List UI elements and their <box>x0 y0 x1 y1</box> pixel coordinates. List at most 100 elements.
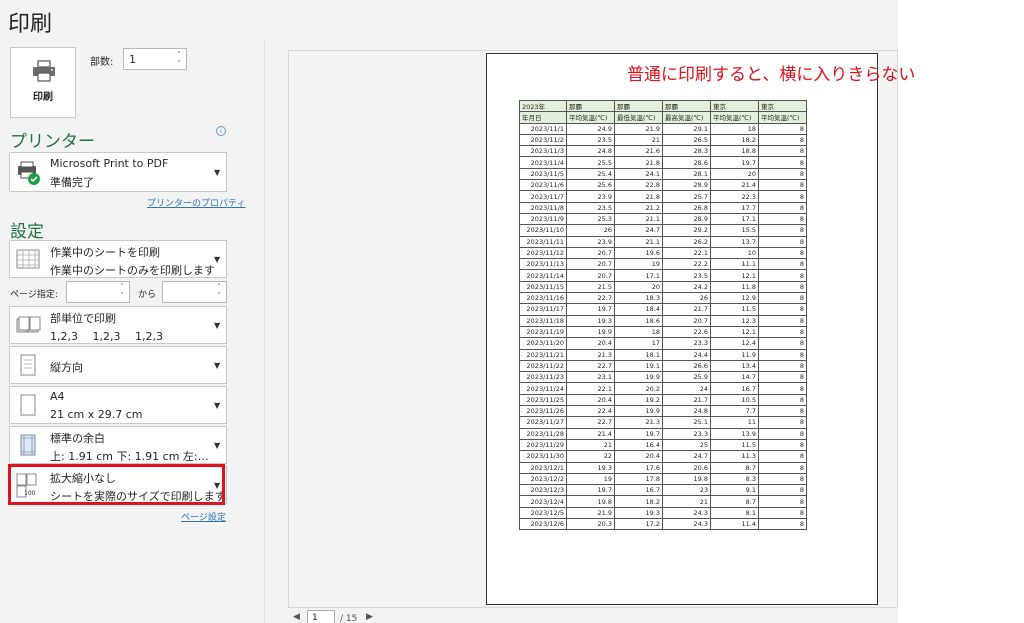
table-header-cell: 年月日 <box>519 111 567 124</box>
table-cell: 8 <box>758 393 807 407</box>
table-cell: 19.3 <box>614 506 663 519</box>
table-cell: 8 <box>758 517 807 531</box>
table-cell: 8 <box>758 212 807 226</box>
copies-down-icon[interactable]: ˅ <box>175 60 183 68</box>
pages-from-input[interactable]: ˄ ˅ <box>66 281 130 303</box>
settings-section-title: 設定 <box>10 222 44 242</box>
table-header-cell: 2023年 <box>519 99 567 113</box>
table-cell: 9.1 <box>710 484 759 497</box>
copies-input[interactable]: 1 ˄ ˅ <box>123 48 187 70</box>
table-cell: 2023/11/5 <box>519 167 567 181</box>
table-cell: 8 <box>758 156 807 169</box>
pages-to-input[interactable]: ˄ ˅ <box>162 281 227 303</box>
table-cell: 26 <box>662 292 711 305</box>
prev-page-icon[interactable]: ◀ <box>293 612 300 622</box>
table-cell: 25 <box>662 438 711 452</box>
table-row: 2023/11/14 20.7 17.1 23.5 12.1 8 <box>519 269 807 282</box>
table-cell: 21 <box>566 438 615 452</box>
collate-desc: 1,2,3 1,2,3 1,2,3 <box>50 330 163 343</box>
table-cell: 19.9 <box>614 371 663 384</box>
table-cell: 19 <box>614 258 663 271</box>
table-cell: 8 <box>758 303 807 316</box>
printer-dropdown[interactable]: Microsoft Print to PDF 準備完了 ▼ <box>9 152 227 192</box>
chevron-down-icon: ▼ <box>214 255 221 264</box>
table-row: 2023/11/27 22.7 21.3 25.1 11 8 <box>519 416 807 429</box>
table-cell: 19.9 <box>614 405 663 418</box>
table-row: 2023/11/7 23.9 21.8 25.7 22.3 8 <box>519 190 807 203</box>
table-cell: 8 <box>758 461 807 474</box>
table-header-cell: 最高気温(℃) <box>662 111 711 124</box>
table-header-cell: 東京 <box>758 99 807 113</box>
table-cell: 21.9 <box>566 506 615 519</box>
table-cell: 28.1 <box>662 167 711 181</box>
table-cell: 8 <box>758 337 807 350</box>
table-cell: 20 <box>614 280 663 294</box>
print-button[interactable]: 印刷 <box>10 47 76 118</box>
paper-size-dropdown[interactable]: A4 21 cm x 29.7 cm ▼ <box>9 386 227 424</box>
table-cell: 19.9 <box>566 325 615 339</box>
table-cell: 17.2 <box>614 517 663 531</box>
table-cell: 2023/11/17 <box>519 303 567 316</box>
print-what-dropdown[interactable]: 作業中のシートを印刷 作業中のシートのみを印刷します ▼ <box>9 240 227 278</box>
table-row: 2023/11/20 20.4 17 23.3 12.4 8 <box>519 337 807 350</box>
table-header-cell: 平均気温(℃) <box>710 111 759 124</box>
table-cell: 21.4 <box>710 179 759 192</box>
table-cell: 8 <box>758 405 807 418</box>
table-cell: 2023/11/4 <box>519 156 567 169</box>
table-cell: 24.8 <box>566 145 615 158</box>
pages-label: ページ指定: <box>10 290 58 300</box>
pages-from-down-icon[interactable]: ˅ <box>118 292 126 300</box>
annotation-note: 普通に印刷すると、横に入りきらない <box>627 65 916 85</box>
collate-dropdown[interactable]: 部単位で印刷 1,2,3 1,2,3 1,2,3 ▼ <box>9 306 227 344</box>
table-cell: 21.6 <box>614 145 663 158</box>
table-cell: 19.7 <box>710 156 759 169</box>
printer-section-title: プリンター <box>10 132 95 152</box>
printer-properties-link[interactable]: プリンターのプロパティ <box>147 196 245 209</box>
table-cell: 8.3 <box>710 472 759 486</box>
table-row: 2023/11/25 20.4 19.2 21.7 10.5 8 <box>519 393 807 407</box>
table-cell: 28.6 <box>662 156 711 169</box>
table-cell: 2023/12/4 <box>519 495 567 508</box>
table-cell: 2023/11/21 <box>519 348 567 361</box>
table-cell: 22.1 <box>566 382 615 395</box>
orientation-dropdown[interactable]: 縦方向 ▼ <box>9 346 227 384</box>
table-row: 2023/12/5 21.9 19.3 24.3 8.1 8 <box>519 506 807 519</box>
page-number-input[interactable]: 1 <box>307 610 335 623</box>
pages-to-up-icon[interactable]: ˄ <box>215 283 223 291</box>
table-row: 2023/11/15 21.5 20 24.2 11.8 8 <box>519 280 807 294</box>
table-cell: 22.1 <box>662 246 711 260</box>
table-cell: 2023/11/22 <box>519 359 567 373</box>
table-cell: 12.4 <box>710 337 759 350</box>
pages-to-down-icon[interactable]: ˅ <box>215 292 223 300</box>
table-row: 2023/12/4 19.8 18.2 21 8.7 8 <box>519 495 807 508</box>
table-cell: 8 <box>758 258 807 271</box>
table-cell: 8 <box>758 472 807 486</box>
pages-from-up-icon[interactable]: ˄ <box>118 283 126 291</box>
table-cell: 29.2 <box>662 224 711 237</box>
next-page-icon[interactable]: ▶ <box>366 612 373 622</box>
margins-dropdown[interactable]: 標準の余白 上: 1.91 cm 下: 1.91 cm 左:… ▼ <box>9 426 227 464</box>
paper-size-desc: 21 cm x 29.7 cm <box>50 408 143 421</box>
table-header-cell: 那覇 <box>662 99 711 113</box>
table-cell: 21.5 <box>566 280 615 294</box>
copies-up-icon[interactable]: ˄ <box>175 51 183 59</box>
table-cell: 28.9 <box>662 179 711 192</box>
table-row: 2023/11/29 21 16.4 25 11.5 8 <box>519 438 807 452</box>
table-cell: 10.5 <box>710 393 759 407</box>
table-cell: 20.4 <box>566 393 615 407</box>
table-cell: 21.3 <box>614 416 663 429</box>
table-cell: 21.2 <box>614 201 663 214</box>
table-cell: 21.7 <box>662 393 711 407</box>
table-cell: 25.7 <box>662 190 711 203</box>
table-cell: 8 <box>758 246 807 260</box>
info-icon[interactable]: i <box>216 126 226 136</box>
table-cell: 22.7 <box>566 292 615 305</box>
table-row: 2023/11/9 25.3 21.1 28.9 17.1 8 <box>519 212 807 226</box>
highlight-box <box>8 464 225 505</box>
paper-icon <box>20 394 36 416</box>
table-cell: 18 <box>614 325 663 339</box>
page-setup-link[interactable]: ページ設定 <box>181 510 226 523</box>
table-cell: 21.8 <box>614 156 663 169</box>
table-cell: 8 <box>758 382 807 395</box>
table-cell: 8 <box>758 122 807 135</box>
